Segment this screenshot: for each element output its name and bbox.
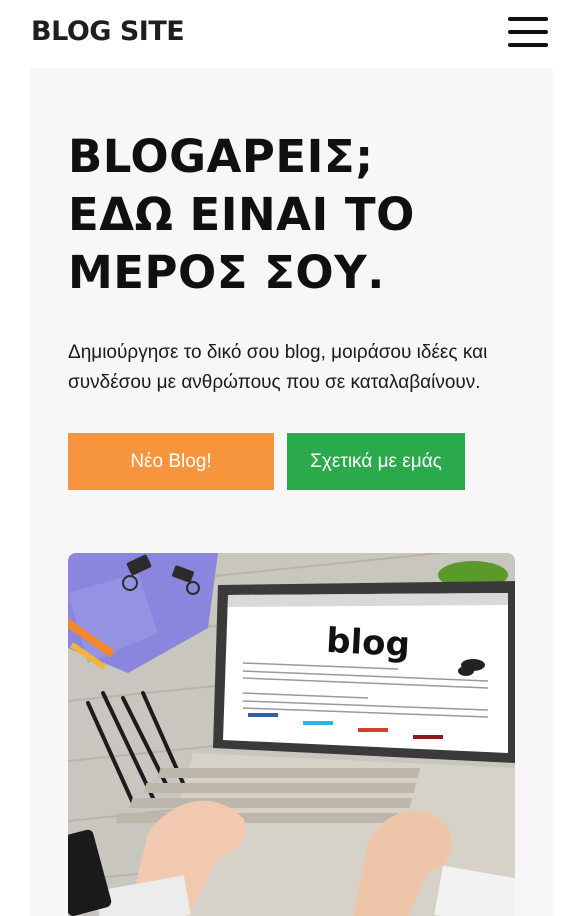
hero-laptop-image: blog [68, 553, 515, 916]
menu-icon-bar [508, 17, 548, 21]
menu-icon-bar [508, 30, 548, 34]
hero-title-line: BLOGΑΡΕΙΣ; [68, 130, 374, 183]
hero-title: BLOGΑΡΕΙΣ; ΕΔΩ ΕΙΝΑΙ ΤΟ ΜΕΡΟΣ ΣΟΥ. [68, 128, 528, 302]
hero-title-line: ΜΕΡΟΣ ΣΟΥ. [68, 246, 385, 299]
hero-description: Δημιούργησε το δικό σου blog, μοιράσου ι… [68, 342, 488, 393]
top-navigation-bar: BLOG SITE [0, 0, 582, 68]
site-brand-logo[interactable]: BLOG SITE [31, 16, 185, 47]
menu-icon-bar [508, 43, 548, 47]
new-blog-button[interactable]: Νέο Blog! [68, 433, 274, 490]
hero-title-line: ΕΔΩ ΕΙΝΑΙ ΤΟ [68, 188, 415, 241]
about-us-button[interactable]: Σχετικά με εμάς [287, 433, 465, 490]
hero-section: BLOGΑΡΕΙΣ; ΕΔΩ ΕΙΝΑΙ ΤΟ ΜΕΡΟΣ ΣΟΥ. Δημιο… [30, 68, 553, 916]
screen-blog-text: blog [325, 621, 411, 665]
hamburger-menu-icon[interactable] [506, 15, 550, 49]
